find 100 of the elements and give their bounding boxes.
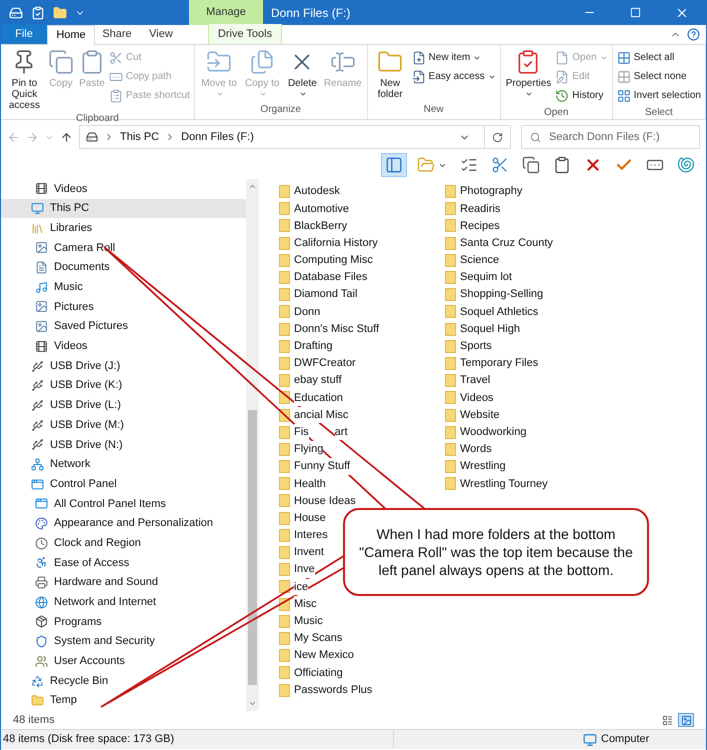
address-bar[interactable]: This PC Donn Files (F:) (79, 125, 511, 149)
folder-icon (445, 374, 456, 388)
refresh-icon[interactable] (492, 132, 503, 142)
group-label: Clipboard (75, 112, 120, 126)
drive-icon[interactable] (9, 6, 23, 20)
folder-icon (445, 408, 456, 422)
scrollbar-thumb[interactable] (248, 410, 257, 685)
nav-item[interactable]: USB Drive (J:) (1, 356, 246, 376)
nav-item[interactable]: All Control Panel Items (1, 494, 246, 514)
folder-icon (445, 254, 456, 267)
status-text: 48 items (Disk free space: 173 GB) (2, 732, 176, 748)
maximize-icon[interactable] (630, 7, 641, 18)
search-input[interactable]: Search Donn Files (F:) (549, 128, 679, 146)
folder-icon (279, 614, 290, 628)
folder-icon (279, 460, 290, 474)
folder-icon (279, 185, 290, 198)
monitor-icon (583, 732, 597, 746)
ribbon-button[interactable]: New item (410, 48, 497, 67)
window-icon (31, 478, 44, 491)
folder-icon[interactable] (53, 6, 67, 20)
nav-item[interactable]: USB Drive (M:) (1, 415, 246, 435)
search-field[interactable]: Search Donn Files (F:) (521, 125, 700, 149)
scissors-icon (108, 50, 123, 64)
ribbon-button[interactable]: Delete (284, 48, 321, 100)
ribbon-button[interactable]: Invert selection (616, 86, 702, 105)
grid-icon (616, 70, 631, 84)
up-icon[interactable] (60, 130, 73, 144)
nav-item[interactable]: Documents (1, 258, 246, 278)
help-icon[interactable] (687, 28, 700, 41)
folder-name[interactable]: ancial Misc (294, 406, 348, 424)
nav-item[interactable]: Saved Pictures (1, 316, 246, 336)
nav-item[interactable]: Network (1, 454, 246, 474)
nav-item[interactable]: Ease of Access (1, 553, 246, 573)
group-label: Select (644, 106, 674, 120)
ribbon-button[interactable]: Easy access (410, 67, 497, 86)
nav-item[interactable]: Programs (1, 612, 246, 632)
checklist-icon[interactable] (31, 6, 45, 20)
image-icon (35, 320, 48, 334)
nav-item[interactable]: Videos (1, 179, 246, 199)
ribbon-button[interactable]: Properties (504, 48, 554, 100)
files-icon (249, 49, 276, 75)
folder-name[interactable]: Funny Stuff (294, 458, 350, 475)
scissors-icon (491, 156, 509, 174)
file-pen-icon (555, 70, 570, 84)
ribbon-button[interactable]: Select none (616, 67, 702, 86)
folder-name[interactable]: Fis (294, 424, 309, 440)
nav-item[interactable]: Hardware and Sound (1, 572, 246, 592)
ribbon-tab[interactable]: File (1, 24, 47, 44)
history-icon (555, 88, 570, 102)
nav-item[interactable]: Network and Internet (1, 592, 246, 612)
scroll-down-icon[interactable] (248, 699, 257, 708)
ribbon-tab[interactable]: Share (95, 24, 139, 44)
nav-item[interactable]: Music (1, 277, 246, 298)
ribbon-tab[interactable]: Home (47, 25, 95, 45)
scroll-up-icon[interactable] (248, 182, 257, 191)
ribbon-button[interactable]: Select all (616, 48, 702, 67)
folder-icon (279, 426, 290, 439)
ribbon-button[interactable]: History (554, 86, 609, 105)
folder-icon (279, 271, 290, 284)
nav-item[interactable]: Videos (1, 336, 246, 356)
window-title: Donn Files (F:) (271, 4, 352, 22)
monitor-icon (31, 202, 44, 216)
nav-item[interactable]: This PC (1, 198, 246, 218)
folder-icon (279, 528, 290, 542)
view-button[interactable] (678, 713, 694, 727)
folder-icon (279, 477, 290, 490)
nav-item[interactable]: Appearance and Personalization (1, 514, 246, 534)
folder-icon (279, 632, 290, 645)
nav-item[interactable]: USB Drive (K:) (1, 376, 246, 396)
folder-icon (417, 156, 435, 174)
ribbon-button[interactable]: Pin to Quick access (4, 48, 45, 111)
breadcrumb[interactable]: Donn Files (F:) (181, 128, 254, 146)
palette-icon (35, 517, 48, 530)
usb-icon (31, 398, 44, 412)
image-icon (35, 300, 48, 314)
breadcrumb[interactable]: This PC (120, 128, 160, 146)
item-count: 48 items (13, 712, 56, 728)
nav-item[interactable]: Recycle Bin (1, 671, 246, 691)
clipboard-list-icon (108, 88, 123, 102)
folder-icon (279, 254, 290, 267)
folder-icon (279, 374, 290, 388)
scrollbar[interactable] (246, 179, 259, 711)
group-label: New (422, 103, 445, 117)
folder-name[interactable]: ice (294, 578, 308, 596)
checklist-icon (460, 156, 478, 174)
folder-name[interactable]: Inve (294, 561, 315, 578)
nav-item[interactable]: System and Security (1, 632, 246, 652)
nav-item[interactable]: Control Panel (1, 474, 246, 494)
nav-item[interactable]: USB Drive (L:) (1, 396, 246, 416)
ribbon-button[interactable]: New folder (370, 48, 410, 100)
accessibility-icon (35, 556, 48, 570)
nav-item[interactable]: Clock and Region (1, 533, 246, 554)
nav-item[interactable]: USB Drive (N:) (1, 434, 246, 455)
nav-item[interactable]: User Accounts (1, 652, 246, 672)
folder-icon (279, 288, 290, 302)
ribbon-tab[interactable]: View (139, 24, 183, 44)
nav-item[interactable]: Pictures (1, 297, 246, 317)
nav-item[interactable]: Libraries (1, 218, 246, 238)
nav-item[interactable]: Temp (1, 690, 246, 711)
ribbon-tab[interactable]: Drive Tools (208, 24, 282, 44)
